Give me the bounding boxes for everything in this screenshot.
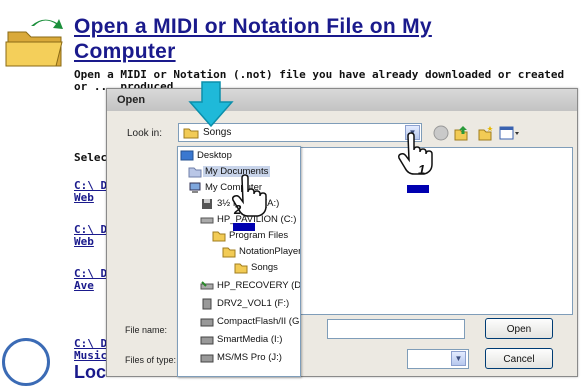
step-1-marker	[407, 185, 429, 193]
computer-icon	[189, 182, 201, 193]
look-in-label: Look in:	[127, 128, 163, 139]
list-item[interactable]: Program Files	[212, 229, 298, 244]
back-icon[interactable]	[433, 125, 449, 141]
list-item[interactable]: MS/MS Pro (J:)	[200, 351, 298, 366]
view-menu-icon[interactable]	[499, 125, 521, 141]
files-of-type-select[interactable]: ▼	[407, 349, 469, 369]
page-title[interactable]: Open a MIDI or Notation File on My Compu…	[74, 14, 514, 64]
drive-icon	[200, 281, 214, 290]
step-2-label: 2	[234, 202, 242, 217]
folder-open-icon	[5, 19, 63, 67]
side-link[interactable]: Web	[74, 192, 94, 204]
drive-icon	[200, 336, 214, 345]
drive-icon	[200, 217, 214, 224]
folder-icon	[212, 231, 226, 242]
list-item[interactable]: HP_RECOVERY (D:)	[200, 279, 300, 294]
dialog-titlebar[interactable]: Open	[107, 89, 577, 111]
up-folder-icon[interactable]	[453, 125, 469, 141]
globe-icon	[2, 338, 50, 386]
file-name-input[interactable]	[327, 319, 465, 339]
cancel-button[interactable]: Cancel	[485, 348, 553, 369]
open-button[interactable]: Open	[485, 318, 553, 339]
desktop-icon	[180, 150, 194, 161]
arrow-down-icon	[188, 81, 234, 128]
side-link[interactable]: Ave	[74, 280, 94, 292]
drive-icon	[200, 318, 214, 327]
folder-icon	[234, 263, 248, 274]
file-name-label: File name:	[125, 325, 168, 335]
list-item[interactable]: CompactFlash/II (G:)	[200, 315, 300, 330]
drive-icon	[202, 298, 212, 310]
list-item[interactable]: DRV2_VOL1 (F:)	[200, 297, 298, 312]
step-1-label: 1	[418, 162, 426, 177]
chevron-down-icon[interactable]: ▼	[451, 351, 466, 366]
list-item[interactable]: SmartMedia (I:)	[200, 333, 298, 348]
list-item[interactable]: Desktop	[180, 149, 298, 164]
side-link[interactable]: Music	[74, 350, 107, 362]
drive-icon	[200, 354, 214, 363]
side-link[interactable]: Web	[74, 236, 94, 248]
step-2-marker	[233, 223, 255, 231]
floppy-icon	[202, 199, 212, 209]
pointer-hand-icon	[398, 132, 433, 175]
new-folder-icon[interactable]	[477, 125, 493, 141]
list-item[interactable]: NotationPlayer21	[222, 245, 300, 260]
folder-icon	[222, 247, 236, 258]
list-item[interactable]: Songs	[234, 261, 298, 276]
folder-icon	[188, 167, 202, 178]
files-of-type-label: Files of type:	[125, 355, 177, 365]
section-heading: Loc	[74, 362, 107, 382]
dialog-title: Open	[117, 94, 146, 106]
